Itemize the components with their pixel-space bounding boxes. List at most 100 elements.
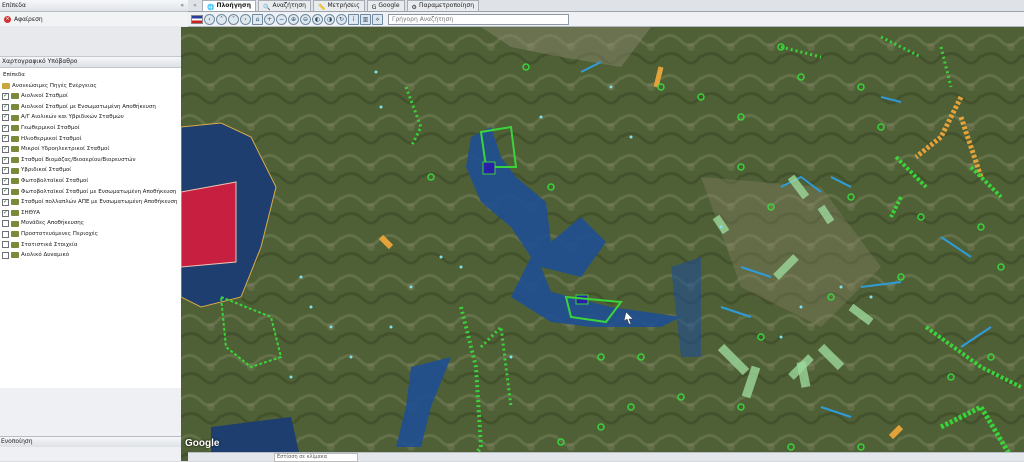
globe-icon: 🌐 xyxy=(207,4,215,11)
panel-spacer xyxy=(0,26,188,56)
tab-search[interactable]: 🔍 Αναζήτηση xyxy=(258,0,311,11)
layer-item[interactable]: Σταθμοί πολλαπλών ΑΠΕ με Ενσωματωμένη Απ… xyxy=(0,197,188,208)
layer-folder-icon xyxy=(11,146,19,153)
layer-checkbox[interactable] xyxy=(2,209,9,217)
layer-checkbox[interactable] xyxy=(2,198,9,206)
tab-label: Παραμετροποίηση xyxy=(418,2,475,9)
status-bar: Εστίαση σε κλίμακα xyxy=(188,452,1024,462)
map-layer xyxy=(181,27,1024,461)
back-nav-icon[interactable]: « xyxy=(188,1,202,11)
layer-folder-icon xyxy=(11,252,19,259)
layer-item[interactable]: Α/Γ Αιολικών και Υβριδικών Σταθμών xyxy=(0,112,188,123)
layer-label: Αιολικοί Σταθμοί με Ενσωματωμένη Αποθήκε… xyxy=(21,103,156,110)
next-view-icon[interactable]: ◑ xyxy=(324,13,335,25)
share-icon[interactable]: ⟡ xyxy=(372,13,383,25)
layer-checkbox[interactable] xyxy=(2,92,9,100)
layer-checkbox[interactable] xyxy=(2,177,9,185)
layer-checkbox[interactable] xyxy=(2,251,9,259)
layer-item[interactable]: Μονάδες Αποθήκευσης xyxy=(0,218,188,229)
layer-item[interactable]: Φωτοβολταϊκοί Σταθμοί xyxy=(0,176,188,187)
layer-checkbox[interactable] xyxy=(2,135,9,143)
pan-up-icon[interactable]: ˄ xyxy=(216,13,227,25)
layer-label: Ηλιοθερμικοί Σταθμοί xyxy=(21,135,82,142)
language-flag-icon[interactable] xyxy=(191,14,203,24)
layer-item[interactable]: Προστατευόμενες Περιοχές xyxy=(0,229,188,240)
layer-label: Μικροί Υδροηλεκτρικοί Σταθμοί xyxy=(21,146,110,153)
layer-folder-icon xyxy=(11,135,19,142)
tab-google[interactable]: G Google xyxy=(366,0,405,11)
map-canvas[interactable]: Google xyxy=(181,27,1024,461)
layer-checkbox[interactable] xyxy=(2,167,9,175)
layer-folder-icon xyxy=(11,114,19,121)
pan-right-icon[interactable]: › xyxy=(240,13,251,25)
zoom-out-icon[interactable]: − xyxy=(276,13,287,25)
layer-checkbox[interactable] xyxy=(2,145,9,153)
tab-label: Πλοήγηση xyxy=(216,2,251,9)
tree-group[interactable]: Ανανεώσιμες Πηγές Ενέργειας xyxy=(0,81,188,92)
layer-label: Υβριδικοί Σταθμοί xyxy=(21,167,72,174)
quick-search-input[interactable]: Γρήγορη Αναζήτηση xyxy=(388,13,569,25)
layer-label: Αιολικοί Σταθμοί xyxy=(21,93,68,100)
collapse-icon[interactable]: « xyxy=(180,0,184,11)
pv-polygon xyxy=(482,161,496,175)
remove-icon: × xyxy=(4,15,11,23)
layer-item[interactable]: Γεωθερμικοί Σταθμοί xyxy=(0,123,188,134)
ruler-icon: 📏 xyxy=(317,4,326,11)
pan-left-icon[interactable]: ‹ xyxy=(204,13,215,25)
chart-icon[interactable]: ▥ xyxy=(360,13,371,25)
settings-icon: ⚙ xyxy=(411,4,417,11)
tab-globe[interactable]: 🌐 Πλοήγηση xyxy=(202,0,256,11)
layer-folder-icon xyxy=(11,231,19,238)
layer-label: Σταθμοί Βιομάζας/Βιοαερίου/Βιορευστών xyxy=(21,156,136,163)
base-map-header[interactable]: Χαρτογραφικό Υπόβαθρο xyxy=(0,56,188,68)
zoom-box-icon[interactable]: ⊕ xyxy=(288,13,299,25)
bottom-panel-header[interactable]: Ενοποίηση« xyxy=(0,436,188,447)
layer-label: ΣΗΘΥΑ xyxy=(21,209,41,216)
layer-folder-icon xyxy=(11,104,19,111)
layer-item[interactable]: Αιολικοί Σταθμοί xyxy=(0,91,188,102)
zoom-in-icon[interactable]: + xyxy=(264,13,275,25)
layer-item[interactable]: Σταθμοί Βιομάζας/Βιοαερίου/Βιορευστών xyxy=(0,155,188,166)
tree-root[interactable]: Επίπεδα xyxy=(0,70,188,81)
layer-checkbox[interactable] xyxy=(2,230,9,238)
layer-item[interactable]: Στατιστικά Στοιχεία xyxy=(0,240,188,251)
home-icon[interactable]: ⌂ xyxy=(252,13,263,25)
layer-item[interactable]: Ηλιοθερμικοί Σταθμοί xyxy=(0,134,188,145)
layer-checkbox[interactable] xyxy=(2,188,9,196)
panel-title: Επίπεδα xyxy=(2,2,26,9)
zoom-extent-icon[interactable]: ⊖ xyxy=(300,13,311,25)
layer-label: Αιολικό Δυναμικό xyxy=(21,252,70,259)
layer-folder-icon xyxy=(11,167,19,174)
layer-label: Στατιστικά Στοιχεία xyxy=(21,241,78,248)
layer-checkbox[interactable] xyxy=(2,124,9,132)
protected-area-polygon xyxy=(181,181,237,268)
layer-label: Προστατευόμενες Περιοχές xyxy=(21,230,98,237)
layer-folder-icon xyxy=(11,199,19,206)
layer-checkbox[interactable] xyxy=(2,156,9,164)
refresh-icon[interactable]: ↻ xyxy=(336,13,347,25)
identify-icon[interactable]: i xyxy=(348,13,359,25)
layer-checkbox[interactable] xyxy=(2,241,9,249)
google-icon: G xyxy=(371,4,377,11)
layer-item[interactable]: Μικροί Υδροηλεκτρικοί Σταθμοί xyxy=(0,144,188,155)
tab-ruler[interactable]: 📏 Μετρήσεις xyxy=(312,0,365,11)
layer-item[interactable]: Υβριδικοί Σταθμοί xyxy=(0,165,188,176)
layer-checkbox[interactable] xyxy=(2,220,9,228)
previous-view-icon[interactable]: ◐ xyxy=(312,13,323,25)
tab-settings[interactable]: ⚙ Παραμετροποίηση xyxy=(406,0,480,11)
layer-folder-icon xyxy=(11,125,19,132)
tree-group-label: Ανανεώσιμες Πηγές Ενέργειας xyxy=(12,82,97,89)
layer-item[interactable]: Αιολικοί Σταθμοί με Ενσωματωμένη Αποθήκε… xyxy=(0,102,188,113)
layer-checkbox[interactable] xyxy=(2,114,9,122)
layer-item[interactable]: ΣΗΘΥΑ xyxy=(0,208,188,219)
layer-item[interactable]: Φωτοβολταϊκοί Σταθμοί με Ενσωματωμένη Απ… xyxy=(0,187,188,198)
panel-header: Επίπεδα « xyxy=(0,0,188,12)
layer-folder-icon xyxy=(11,178,19,185)
remove-label: Αφαίρεση xyxy=(14,15,43,23)
remove-button[interactable]: × Αφαίρεση xyxy=(0,12,188,26)
tab-label: Μετρήσεις xyxy=(327,2,360,9)
layer-checkbox[interactable] xyxy=(2,103,9,111)
folder-open-icon xyxy=(2,82,10,89)
layer-item[interactable]: Αιολικό Δυναμικό xyxy=(0,250,188,261)
pan-down-icon[interactable]: ˅ xyxy=(228,13,239,25)
